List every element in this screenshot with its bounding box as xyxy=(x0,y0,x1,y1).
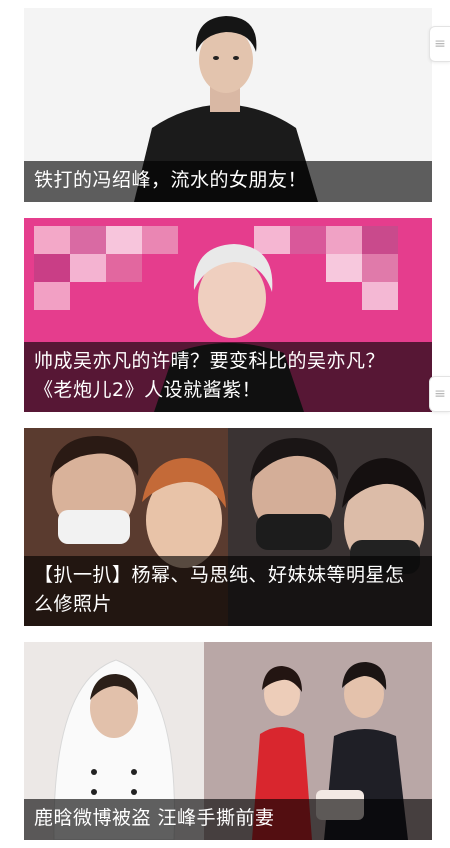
news-card-3[interactable]: 【扒一扒】杨幂、马思纯、好妹妹等明星怎么修照片 xyxy=(24,428,432,626)
news-card-1[interactable]: 铁打的冯绍峰，流水的女朋友！ xyxy=(24,8,432,202)
scroll-handle-icon: ≡ xyxy=(434,386,446,402)
news-title-3: 【扒一扒】杨幂、马思纯、好妹妹等明星怎么修照片 xyxy=(24,556,432,626)
news-title-2: 帅成吴亦凡的许晴？要变科比的吴亦凡？《老炮儿2》人设就酱紫！ xyxy=(24,342,432,412)
news-card-4[interactable]: 鹿晗微博被盗 汪峰手撕前妻 xyxy=(24,642,432,840)
news-title-4: 鹿晗微博被盗 汪峰手撕前妻 xyxy=(24,799,432,840)
news-title-1: 铁打的冯绍峰，流水的女朋友！ xyxy=(24,161,432,202)
news-card-2[interactable]: 帅成吴亦凡的许晴？要变科比的吴亦凡？《老炮儿2》人设就酱紫！ xyxy=(24,218,432,412)
scroll-handle-middle[interactable]: ≡ xyxy=(429,376,450,412)
scroll-handle-top[interactable]: ≡ xyxy=(429,26,450,62)
scroll-handle-icon: ≡ xyxy=(434,36,446,52)
